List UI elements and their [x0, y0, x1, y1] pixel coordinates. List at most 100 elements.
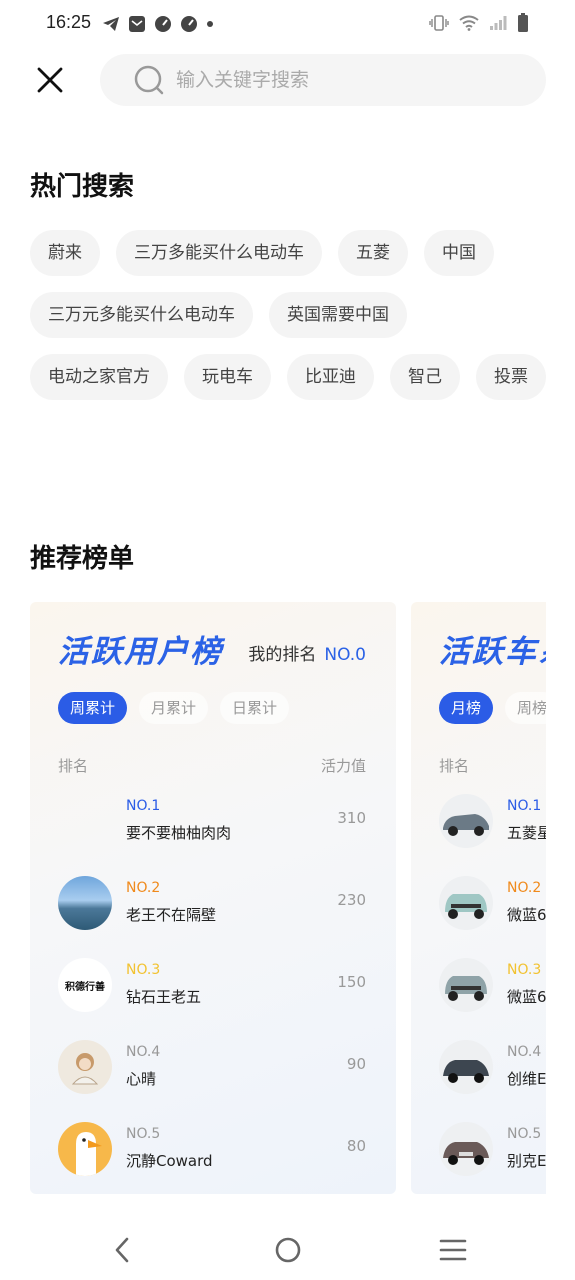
car-name: 别克E — [507, 1152, 546, 1170]
girl-illustration-icon — [71, 1053, 99, 1085]
rank-number: NO.3 — [507, 962, 542, 978]
rank-number: NO.5 — [507, 1126, 542, 1142]
my-rank-label: 我的排名 — [248, 645, 317, 665]
car-thumbnail — [439, 1040, 493, 1094]
user-ranking-card[interactable]: 活跃用户榜 我的排名 NO.0 周累计 月累计 日累计 排名 活力值 NO.1 要… — [30, 602, 396, 1194]
rank-number: NO.4 — [126, 1044, 161, 1060]
hot-tag[interactable]: 电动之家官方 — [30, 354, 168, 400]
hot-tag[interactable]: 英国需要中国 — [269, 292, 407, 338]
vitality-score: 230 — [337, 891, 366, 909]
home-button[interactable] — [268, 1230, 308, 1270]
hot-search-title: 热门搜索 — [30, 172, 135, 202]
car-ranking-row[interactable]: NO.1 五菱星 — [439, 794, 546, 876]
ranking-row[interactable]: NO.2 老王不在隔壁 230 — [58, 876, 366, 958]
car-icon — [443, 1142, 489, 1165]
rank-number: NO.4 — [507, 1044, 542, 1060]
car-rank-column-header: 排名 — [439, 757, 470, 775]
car-board-title: 活跃车系 — [439, 634, 546, 670]
back-button[interactable] — [102, 1230, 142, 1270]
avatar: 积德行善 — [58, 958, 112, 1012]
car-ranking-row[interactable]: NO.4 创维E — [439, 1040, 546, 1122]
car-icon — [445, 976, 487, 1001]
hot-tag[interactable]: 蔚来 — [30, 230, 100, 276]
hot-search-tags: 蔚来 三万多能买什么电动车 五菱 中国 三万元多能买什么电动车 英国需要中国 电… — [30, 230, 550, 400]
rank-number: NO.5 — [126, 1126, 161, 1142]
hot-tag[interactable]: 投票 — [476, 354, 546, 400]
avatar — [58, 1122, 112, 1176]
tab-monthly[interactable]: 月累计 — [139, 692, 209, 724]
ranking-row[interactable]: 积德行善 NO.3 钻石王老五 150 — [58, 958, 366, 1040]
hot-tag[interactable]: 三万多能买什么电动车 — [116, 230, 322, 276]
tab-daily[interactable]: 日累计 — [220, 692, 290, 724]
car-name: 微蓝6 — [507, 906, 546, 924]
wifi-icon — [459, 15, 479, 31]
mail-icon — [129, 16, 145, 32]
hot-tag[interactable]: 中国 — [424, 230, 494, 276]
user-name: 沉静Coward — [126, 1152, 213, 1170]
vitality-score: 310 — [337, 809, 366, 827]
car-ranking-row[interactable]: NO.2 微蓝6 — [439, 876, 546, 958]
hot-tag[interactable]: 玩电车 — [184, 354, 271, 400]
car-thumbnail — [439, 1122, 493, 1176]
rank-number: NO.1 — [126, 798, 161, 814]
car-thumbnail — [439, 876, 493, 930]
status-time: 16:25 — [46, 12, 92, 32]
car-name: 微蓝6 — [507, 988, 546, 1006]
menu-button[interactable] — [433, 1230, 473, 1270]
user-board-tabs: 周累计 月累计 日累计 — [58, 692, 290, 724]
menu-icon — [439, 1239, 467, 1261]
ranking-row[interactable]: NO.4 心晴 90 — [58, 1040, 366, 1122]
car-ranking-card[interactable]: 活跃车系 月榜 周榜 排名 NO.1 五菱星 NO.2 微蓝6 — [411, 602, 546, 1194]
speed-icon-2 — [181, 16, 197, 32]
user-ranking-list: NO.1 要不要柚柚肉肉 310 NO.2 老王不在隔壁 230 积德行善 NO… — [58, 794, 366, 1194]
user-board-title: 活跃用户榜 — [58, 634, 223, 670]
speed-icon — [155, 16, 171, 32]
search-bar[interactable] — [100, 54, 546, 106]
back-icon — [115, 1237, 129, 1263]
system-icons — [429, 12, 529, 34]
car-thumbnail — [439, 794, 493, 848]
ranking-row[interactable]: NO.5 沉静Coward 80 — [58, 1122, 366, 1194]
car-ranking-row[interactable]: NO.5 别克E — [439, 1122, 546, 1194]
rank-number: NO.1 — [507, 798, 542, 814]
status-bar: 16:25 — [0, 0, 575, 48]
user-name: 心晴 — [126, 1070, 157, 1088]
avatar — [58, 876, 112, 930]
ranking-title: 推荐榜单 — [30, 544, 135, 574]
tab-weekly-board[interactable]: 周榜 — [505, 692, 546, 724]
search-input[interactable] — [176, 69, 506, 91]
home-icon — [275, 1237, 301, 1263]
car-icon — [445, 894, 487, 919]
rank-column-header: 排名 — [58, 757, 89, 775]
hot-tag[interactable]: 三万元多能买什么电动车 — [30, 292, 253, 338]
car-icon — [443, 814, 489, 836]
close-icon — [37, 67, 63, 93]
goose-icon — [76, 1132, 102, 1176]
dot-icon — [207, 21, 213, 27]
rank-number: NO.3 — [126, 962, 161, 978]
vitality-score: 80 — [346, 1137, 366, 1155]
ranking-row[interactable]: NO.1 要不要柚柚肉肉 310 — [58, 794, 366, 876]
hot-tag[interactable]: 智己 — [390, 354, 460, 400]
vitality-score: 150 — [337, 973, 366, 991]
signal-icon — [490, 16, 507, 30]
battery-icon — [518, 13, 528, 32]
car-board-tabs: 月榜 周榜 — [439, 692, 546, 724]
tab-monthly-board[interactable]: 月榜 — [439, 692, 494, 724]
avatar-calligraphy: 积德行善 — [65, 981, 105, 993]
my-rank-value: NO.0 — [324, 645, 366, 665]
car-ranking-list: NO.1 五菱星 NO.2 微蓝6 NO.3 微蓝6 NO.4 创维E NO.5… — [439, 794, 546, 1194]
car-icon — [443, 1060, 489, 1083]
hot-tag[interactable]: 五菱 — [338, 230, 408, 276]
hot-tag[interactable]: 比亚迪 — [287, 354, 374, 400]
system-nav-bar — [0, 1220, 575, 1280]
user-name: 老王不在隔壁 — [126, 906, 217, 924]
close-button[interactable] — [30, 60, 70, 100]
search-icon — [134, 65, 164, 95]
car-ranking-row[interactable]: NO.3 微蓝6 — [439, 958, 546, 1040]
ranking-carousel[interactable]: 活跃用户榜 我的排名 NO.0 周累计 月累计 日累计 排名 活力值 NO.1 要… — [30, 602, 546, 1194]
rank-number: NO.2 — [507, 880, 542, 896]
car-name: 五菱星 — [507, 824, 546, 842]
car-name: 创维E — [507, 1070, 546, 1088]
tab-weekly[interactable]: 周累计 — [58, 692, 128, 724]
